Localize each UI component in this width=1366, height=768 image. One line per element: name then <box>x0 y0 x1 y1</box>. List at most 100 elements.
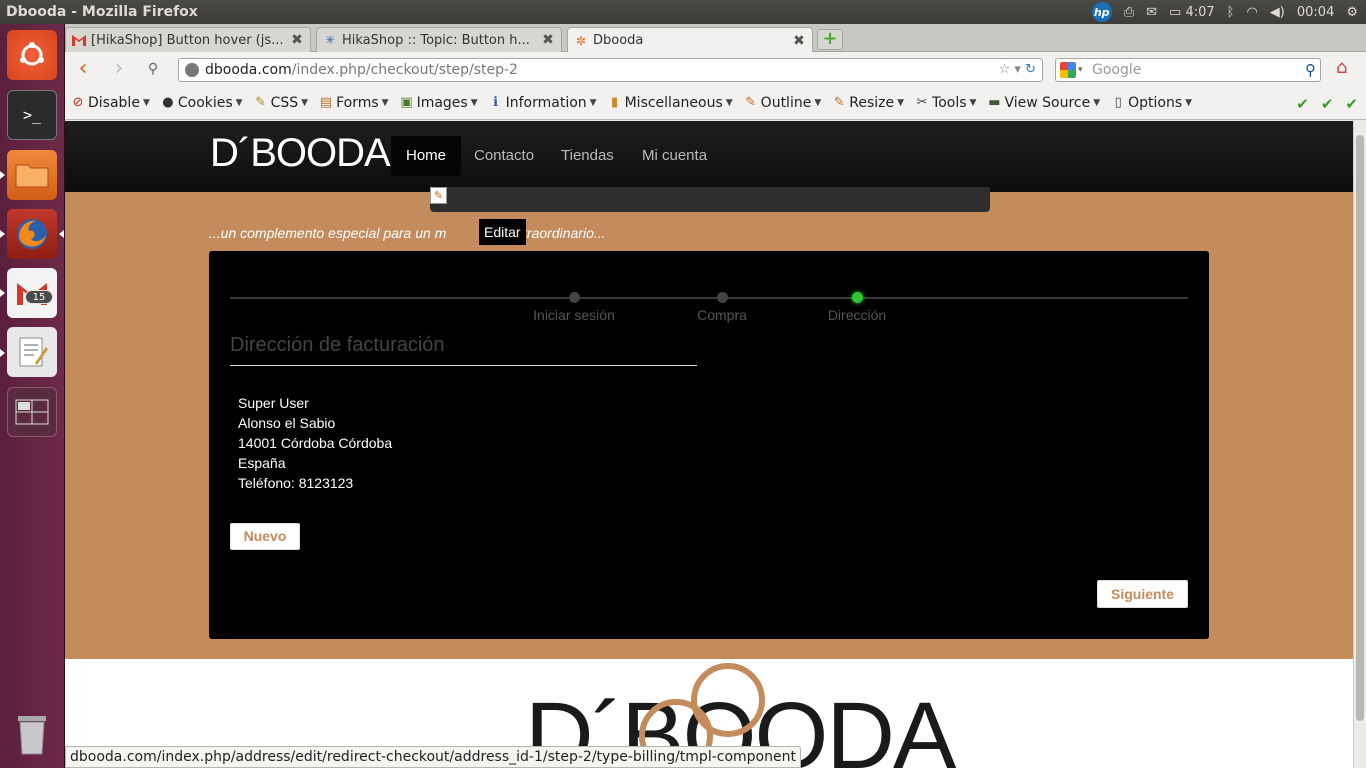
devbar-forms[interactable]: ▤ Forms ▼ <box>319 95 389 111</box>
window-title: Dbooda - Mozilla Firefox <box>6 4 198 20</box>
files-launcher[interactable] <box>7 150 57 200</box>
devbar-label: View Source <box>1004 95 1091 111</box>
text-editor-launcher[interactable] <box>7 327 57 377</box>
url-path: /index.php/checkout/step/step-2 <box>291 62 518 78</box>
devbar-label: Miscellaneous <box>624 95 723 111</box>
address-line: Alonso el Sabio <box>238 415 336 431</box>
edit-tooltip: Editar <box>479 219 526 245</box>
new-tab-button[interactable]: + <box>817 29 843 50</box>
firefox-launcher[interactable] <box>7 209 57 259</box>
workspace-icon <box>15 399 49 425</box>
trash-launcher[interactable] <box>7 710 57 760</box>
page-viewport: D´BOODA Home Contacto Tiendas Mi cuenta … <box>65 121 1353 768</box>
running-indicator <box>0 171 5 179</box>
folder-icon <box>15 164 49 188</box>
devbar-view-source[interactable]: ▬ View Source ▼ <box>987 95 1100 111</box>
new-address-button[interactable]: Nuevo <box>230 523 300 550</box>
address-line: Super User <box>238 395 309 411</box>
dropdown-caret-icon: ▼ <box>301 98 309 108</box>
tab-label: Dbooda <box>593 33 644 48</box>
devbar-label: Cookies <box>177 95 233 111</box>
navigation-toolbar: ‹ › ⚲ dbooda.com/index.php/checkout/step… <box>65 52 1366 87</box>
devbar-label: Outline <box>760 95 812 111</box>
ubuntu-dash-button[interactable] <box>7 30 57 80</box>
devbar-images[interactable]: ▣ Images ▼ <box>400 95 477 111</box>
printer-icon[interactable]: ⎙ <box>1124 5 1134 20</box>
devbar-options[interactable]: ▯ Options ▼ <box>1111 95 1193 111</box>
bookmark-star-icon[interactable]: ☆ ▾ ↻ <box>999 59 1036 81</box>
devbar-css[interactable]: ✎ CSS ▼ <box>254 95 308 111</box>
back-button[interactable]: ‹ <box>71 58 95 82</box>
tab-hikashop-topic[interactable]: ✳ HikaShop :: Topic: Button h... ✖ <box>316 27 562 52</box>
top-panel: Dbooda - Mozilla Firefox hp ⎙ ✉ ▭ 4:07 ᛒ… <box>0 0 1366 24</box>
dropdown-caret-icon: ▼ <box>235 98 243 108</box>
terminal-launcher[interactable]: >_ <box>7 90 57 140</box>
devbar-outline[interactable]: ✎ Outline ▼ <box>744 95 821 111</box>
identity-icon[interactable]: ⚲ <box>141 58 165 82</box>
tab-label: [HikaShop] Button hover (js... <box>91 32 284 48</box>
devbar-label: Disable <box>88 95 140 111</box>
tab-dbooda[interactable]: ✼ Dbooda ✖ <box>567 27 813 53</box>
tagline: ...un complemento especial para un m ext… <box>209 225 606 241</box>
tab-hikashop-gmail[interactable]: [HikaShop] Button hover (js... ✖ <box>65 27 311 52</box>
search-icon[interactable]: ⚲ <box>1305 59 1316 81</box>
tab-close-icon[interactable]: ✖ <box>541 32 555 48</box>
clock[interactable]: 00:04 <box>1297 5 1334 20</box>
system-tray: hp ⎙ ✉ ▭ 4:07 ᛒ ◠ ◀) 00:04 ⚙ <box>1091 0 1358 24</box>
settings-gear-icon[interactable]: ⚙ <box>1346 5 1358 20</box>
dropdown-caret-icon: ▼ <box>897 98 905 108</box>
html-valid-check-icon[interactable]: ✔ <box>1345 95 1358 113</box>
address-line: Teléfono: 8123123 <box>238 475 354 491</box>
devbar-cookies[interactable]: ● Cookies ▼ <box>161 95 243 111</box>
devbar-resize[interactable]: ✎ Resize ▼ <box>832 95 904 111</box>
menu-mi-cuenta[interactable]: Mi cuenta <box>627 136 722 176</box>
site-logo[interactable]: D´BOODA <box>210 131 391 176</box>
home-button[interactable]: ⌂ <box>1336 59 1358 79</box>
devbar-information[interactable]: ℹ Information ▼ <box>489 95 596 111</box>
next-step-button[interactable]: Siguiente <box>1097 580 1188 608</box>
devbar-images-icon: ▣ <box>400 95 413 110</box>
page-scrollbar[interactable] <box>1353 121 1366 768</box>
devbar-forms-icon: ▤ <box>319 95 333 110</box>
menu-home[interactable]: Home <box>391 136 462 176</box>
reload-icon[interactable]: ↻ <box>1025 62 1036 77</box>
devbar-miscellaneous[interactable]: ▮ Miscellaneous ▼ <box>608 95 733 111</box>
menu-contacto[interactable]: Contacto <box>459 136 549 176</box>
volume-icon[interactable]: ◀) <box>1270 5 1285 20</box>
dropdown-caret-icon: ▼ <box>1093 98 1101 108</box>
workspace-switcher[interactable] <box>7 387 57 437</box>
gmail-favicon-icon <box>72 33 86 47</box>
menu-tiendas[interactable]: Tiendas <box>546 136 629 176</box>
hp-icon[interactable]: hp <box>1091 2 1112 22</box>
engine-dropdown-icon[interactable]: ▾ <box>1078 59 1083 81</box>
url-bar[interactable]: dbooda.com/index.php/checkout/step/step-… <box>178 58 1043 82</box>
devbar-tools[interactable]: ✂ Tools ▼ <box>915 95 977 111</box>
tab-label: HikaShop :: Topic: Button h... <box>342 32 530 48</box>
search-placeholder: Google <box>1092 62 1142 78</box>
css-valid-check-icon[interactable]: ✔ <box>1296 95 1309 113</box>
address-line: España <box>238 455 286 471</box>
tab-close-icon[interactable]: ✖ <box>792 33 806 49</box>
mail-icon[interactable]: ✉ <box>1146 5 1157 20</box>
trash-icon <box>18 716 46 755</box>
url-domain: dbooda.com <box>205 62 292 78</box>
billing-address: Super User Alonso el Sabio 14001 Córdoba… <box>238 393 392 493</box>
forward-button[interactable]: › <box>107 58 131 82</box>
search-bar[interactable]: ▾ Google ⚲ <box>1055 58 1321 82</box>
unread-count-badge: 15 <box>25 290 53 304</box>
devbar-label: Options <box>1128 95 1183 111</box>
battery-indicator[interactable]: ▭ 4:07 <box>1169 5 1215 20</box>
js-valid-check-icon[interactable]: ✔ <box>1321 95 1334 113</box>
devbar-options-icon: ▯ <box>1114 95 1122 110</box>
scrollbar-thumb[interactable] <box>1356 135 1364 721</box>
tab-close-icon[interactable]: ✖ <box>290 32 304 48</box>
edit-pencil-icon[interactable]: ✎ <box>430 187 447 204</box>
devbar-disable[interactable]: ⊘ Disable ▼ <box>71 95 150 111</box>
dropdown-caret-icon: ▼ <box>142 98 150 108</box>
validation-checks: ✔ ✔ ✔ <box>1296 95 1358 113</box>
devbar-view-source-icon: ▬ <box>988 95 1001 110</box>
wifi-icon[interactable]: ◠ <box>1246 5 1257 20</box>
web-developer-toolbar: ⊘ Disable ▼ ● Cookies ▼ ✎ CSS ▼ ▤ Forms ▼ ▣ Images ▼ ℹ I… <box>65 87 1366 120</box>
bluetooth-icon[interactable]: ᛒ <box>1227 5 1235 20</box>
google-engine-icon[interactable] <box>1060 62 1076 78</box>
